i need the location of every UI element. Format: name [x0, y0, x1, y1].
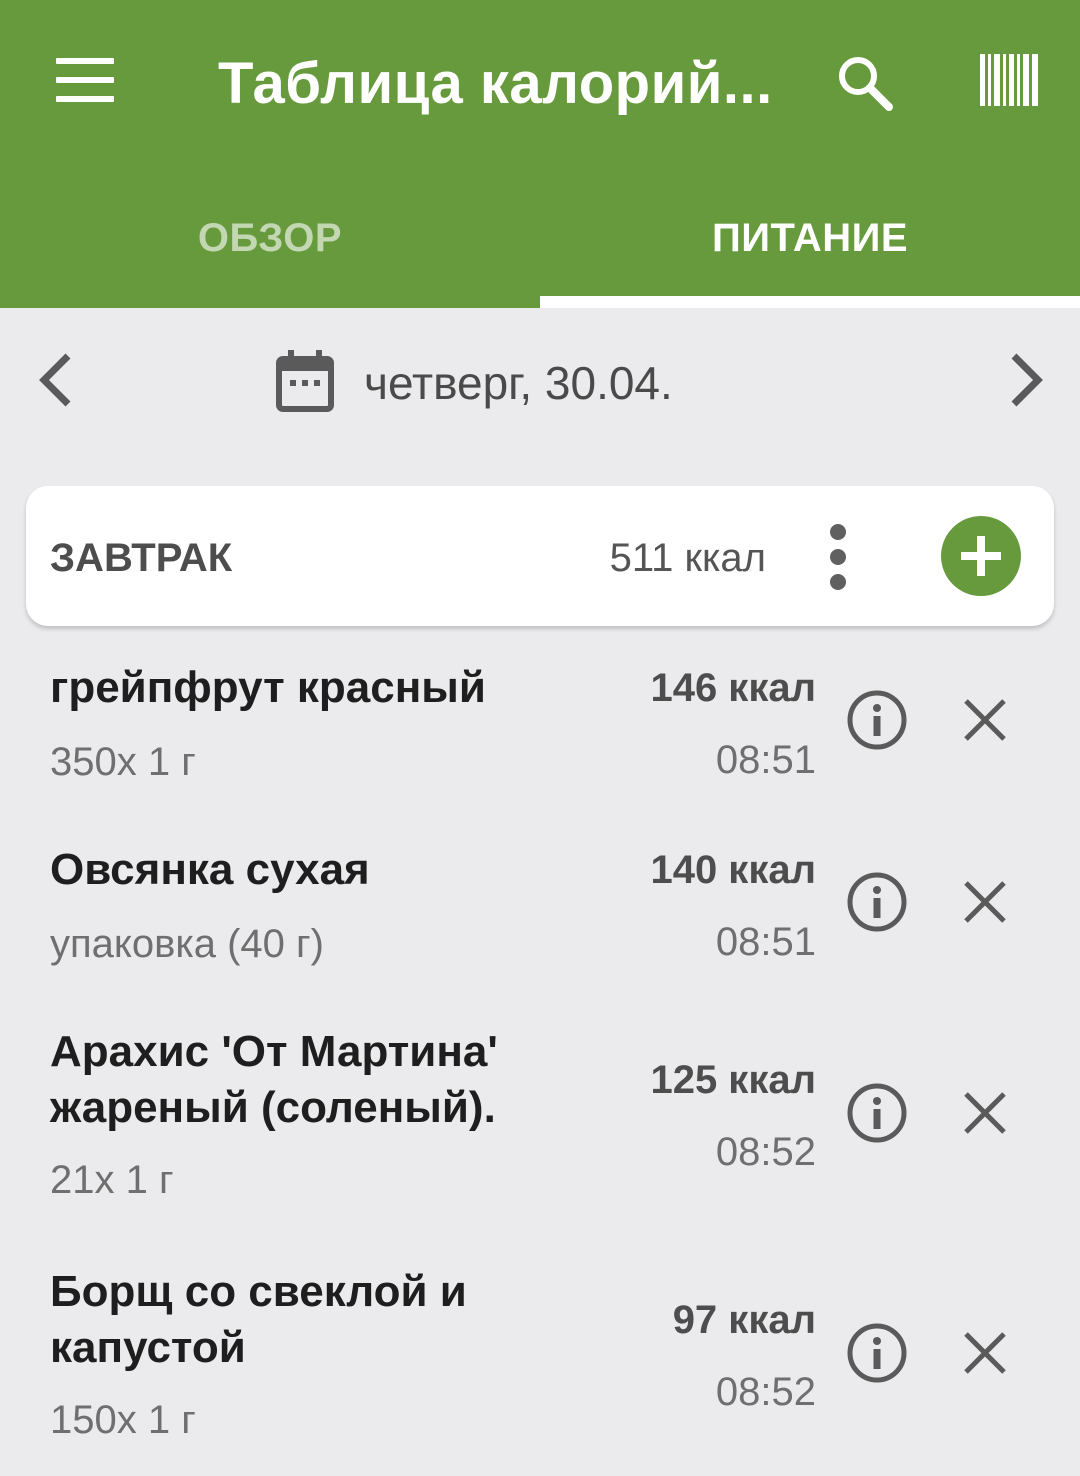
food-kcal: 125 ккал [650, 1058, 816, 1102]
info-icon[interactable] [846, 1082, 908, 1144]
food-kcal: 97 ккал [672, 1298, 816, 1342]
tab-nutrition[interactable]: ПИТАНИЕ [540, 216, 1080, 266]
date-label[interactable]: четверг, 30.04. [364, 356, 673, 410]
info-icon[interactable] [846, 689, 908, 751]
info-icon[interactable] [846, 871, 908, 933]
close-icon[interactable] [962, 697, 1008, 743]
calendar-icon[interactable] [276, 350, 334, 412]
active-tab-indicator [540, 296, 1080, 308]
food-portion: 150x 1 г [50, 1398, 196, 1442]
food-portion: 350x 1 г [50, 740, 196, 784]
search-icon[interactable] [836, 54, 894, 112]
info-icon[interactable] [846, 1322, 908, 1384]
food-portion: 21x 1 г [50, 1158, 174, 1202]
food-name: Арахис 'От Мартина' жареный (соленый). [50, 1027, 498, 1132]
meal-header-card: ЗАВТРАК 511 ккал [26, 486, 1054, 626]
close-icon[interactable] [962, 879, 1008, 925]
food-time: 08:51 [715, 920, 816, 964]
plus-icon [961, 536, 1001, 576]
food-time: 08:52 [715, 1130, 816, 1174]
add-food-button[interactable] [941, 516, 1021, 596]
food-portion: упаковка (40 г) [50, 922, 324, 966]
food-kcal: 140 ккал [650, 848, 816, 892]
food-kcal: 146 ккал [650, 666, 816, 710]
food-time: 08:51 [715, 738, 816, 782]
food-name: Овсянка сухая [50, 845, 370, 894]
meal-name: ЗАВТРАК [50, 536, 233, 580]
close-icon[interactable] [962, 1090, 1008, 1136]
app-title: Таблица калорий... [218, 51, 773, 116]
meal-kcal: 511 ккал [609, 536, 766, 580]
more-vert-icon[interactable] [826, 524, 850, 590]
close-icon[interactable] [962, 1330, 1008, 1376]
food-time: 08:52 [715, 1370, 816, 1414]
chevron-right-icon[interactable] [1004, 350, 1048, 410]
hamburger-menu-icon[interactable] [56, 58, 114, 102]
food-name: Борщ со свеклой и капустой [50, 1267, 467, 1372]
barcode-icon[interactable] [980, 54, 1038, 106]
food-name: грейпфрут красный [50, 663, 486, 712]
chevron-left-icon[interactable] [34, 350, 78, 410]
app-bar: Таблица калорий... ОБЗОР ПИТАНИЕ [0, 0, 1080, 308]
tab-overview[interactable]: ОБЗОР [0, 216, 540, 266]
